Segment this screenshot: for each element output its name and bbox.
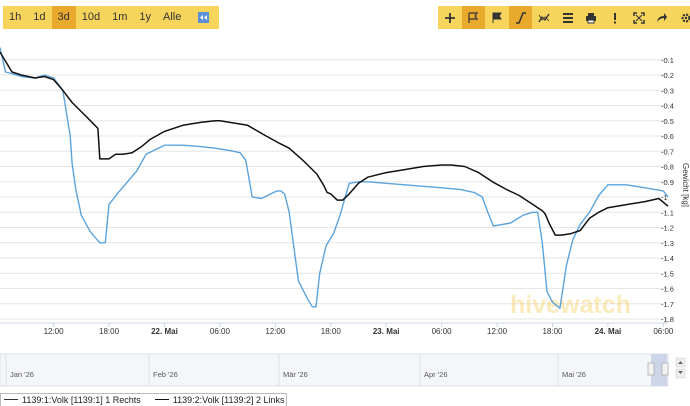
y-tick-label: -0.7 (661, 147, 674, 156)
legend-label: 1139:2:Volk [1139:2] 2 Links (172, 394, 285, 405)
navigator[interactable]: Jan '26 Feb '26 Mär '26 Apr '26 Mai '26 (0, 353, 669, 387)
x-tick-label: 18:00 (321, 327, 342, 336)
legend-swatch (4, 399, 18, 400)
y-tick-label: -1 (661, 193, 668, 202)
y-tick-label: -1.6 (661, 285, 674, 294)
y-tick-label: -1.5 (661, 269, 674, 278)
y-axis-label: Gewicht [kg] (681, 163, 690, 207)
x-tick-label: 23. Mai (373, 327, 400, 336)
legend-item-series1[interactable]: 1139:1:Volk [1139:1] 1 Rechts (0, 394, 141, 405)
x-tick-label: 18:00 (542, 327, 563, 336)
y-tick-label: -0.2 (661, 71, 674, 80)
x-tick-label: 12:00 (265, 327, 286, 336)
x-tick-label: 06:00 (210, 327, 231, 336)
x-tick-label: 18:00 (99, 327, 120, 336)
y-tick-label: -1.1 (661, 208, 674, 217)
y-axis: -0.1 -0.2 -0.3 -0.4 -0.5 -0.6 -0.7 -0.8 -0.9 -1 -1… (661, 56, 674, 324)
navigator-handle-left[interactable] (647, 362, 655, 376)
y-tick-label: -1.2 (661, 224, 674, 233)
y-tick-label: -1.7 (661, 300, 674, 309)
navigator-label: Apr '26 (424, 370, 448, 379)
x-tick-label: 24. Mai (595, 327, 622, 336)
navigator-label: Feb '26 (153, 370, 178, 379)
navigator-label: Jan '26 (10, 370, 34, 379)
x-tick-label: 22. Mai (151, 327, 178, 336)
navigator-label: Mai '26 (562, 370, 586, 379)
y-tick-label: -0.4 (661, 102, 674, 111)
x-axis: 12:00 18:00 22. Mai 06:00 12:00 18:00 23. Mai 0… (0, 322, 674, 336)
legend-swatch (154, 399, 169, 400)
navigator-handle-right[interactable] (661, 362, 669, 376)
watermark: hivewatch (510, 291, 631, 319)
x-tick-label: 06:00 (653, 327, 674, 336)
navigator-scroll-arrows[interactable] (675, 357, 686, 379)
y-tick-label: -0.8 (661, 163, 674, 172)
x-tick-label: 06:00 (432, 327, 453, 336)
grid (0, 59, 668, 320)
legend-label: 1139:1:Volk [1139:1] 1 Rechts (22, 394, 141, 405)
y-tick-label: -0.6 (661, 132, 674, 141)
y-tick-label: -0.5 (661, 117, 674, 126)
x-tick-label: 12:00 (487, 327, 508, 336)
y-tick-label: -0.1 (661, 56, 674, 65)
legend: 1139:1:Volk [1139:1] 1 Rechts 1139:2:Vol… (0, 394, 295, 405)
y-tick-label: -1.3 (661, 239, 674, 248)
legend-item-series2[interactable]: 1139:2:Volk [1139:2] 2 Links (151, 394, 285, 405)
navigator-label: Mär '26 (283, 370, 308, 379)
x-tick-label: 12:00 (44, 327, 65, 336)
series-line-1[interactable] (0, 47, 669, 309)
y-tick-label: -0.3 (661, 86, 674, 95)
weight-chart: hivewatch -0.1-0.2-0.3-0.4-0.5-0.6-0.7-0… (0, 47, 690, 387)
series-line-2[interactable] (0, 51, 669, 236)
series-layer (0, 47, 669, 309)
y-tick-label: -0.9 (661, 178, 674, 187)
y-tick-label: -1.4 (661, 254, 674, 263)
